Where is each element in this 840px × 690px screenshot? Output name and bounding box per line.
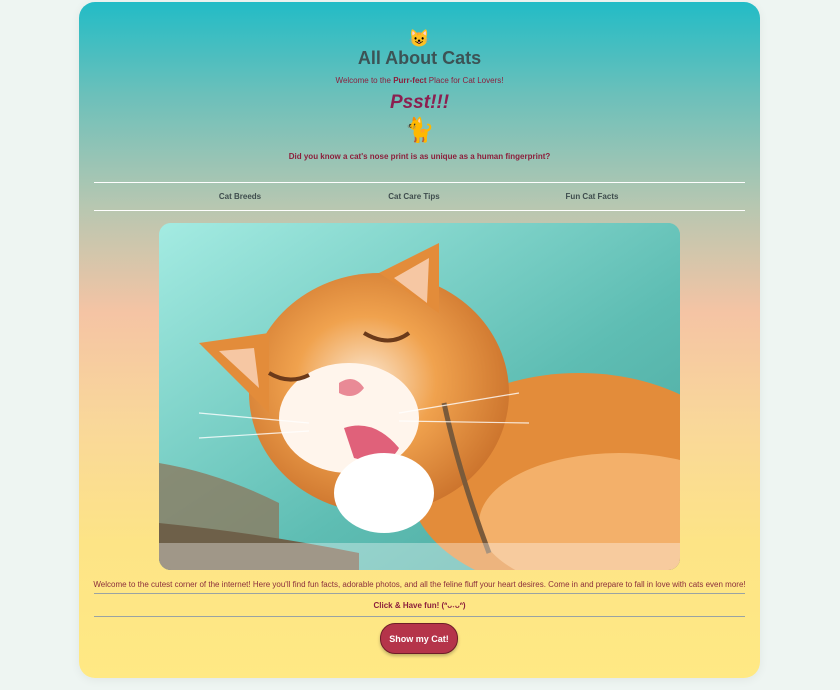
welcome-suffix: Place for Cat Lovers! xyxy=(426,76,504,85)
nav-fun-cat-facts[interactable]: Fun Cat Facts xyxy=(566,192,619,201)
welcome-bold: Purr-fect xyxy=(393,76,427,85)
show-my-cat-button[interactable]: Show my Cat! xyxy=(380,623,458,654)
cat-face-icon: 😺 xyxy=(408,29,431,48)
welcome-text: Welcome to the Purr-fect Place for Cat L… xyxy=(79,76,760,85)
cat-icon: 🐈 xyxy=(404,117,435,144)
psst-heading: Psst!!! xyxy=(389,92,450,113)
divider-top xyxy=(94,593,745,594)
page-title: All About Cats xyxy=(357,48,482,68)
cat-photo-illustration xyxy=(159,223,680,570)
divider-bottom xyxy=(94,616,745,617)
main-card: 😺 All About Cats Welcome to the Purr-fec… xyxy=(79,2,760,678)
click-have-fun-text: Click & Have fun! (ᐢᴗ˕ᴗᐢ) xyxy=(373,601,466,610)
welcome-prefix: Welcome to the xyxy=(335,76,394,85)
nav-cat-care-tips[interactable]: Cat Care Tips xyxy=(388,192,439,201)
intro-text: Welcome to the cutest corner of the inte… xyxy=(93,580,746,589)
nav-cat-breeds[interactable]: Cat Breeds xyxy=(219,192,261,201)
fun-fact-text: Did you know a cat's nose print is as un… xyxy=(288,152,551,161)
main-nav: Cat Breeds Cat Care Tips Fun Cat Facts xyxy=(94,182,745,211)
cat-photo xyxy=(159,223,680,570)
